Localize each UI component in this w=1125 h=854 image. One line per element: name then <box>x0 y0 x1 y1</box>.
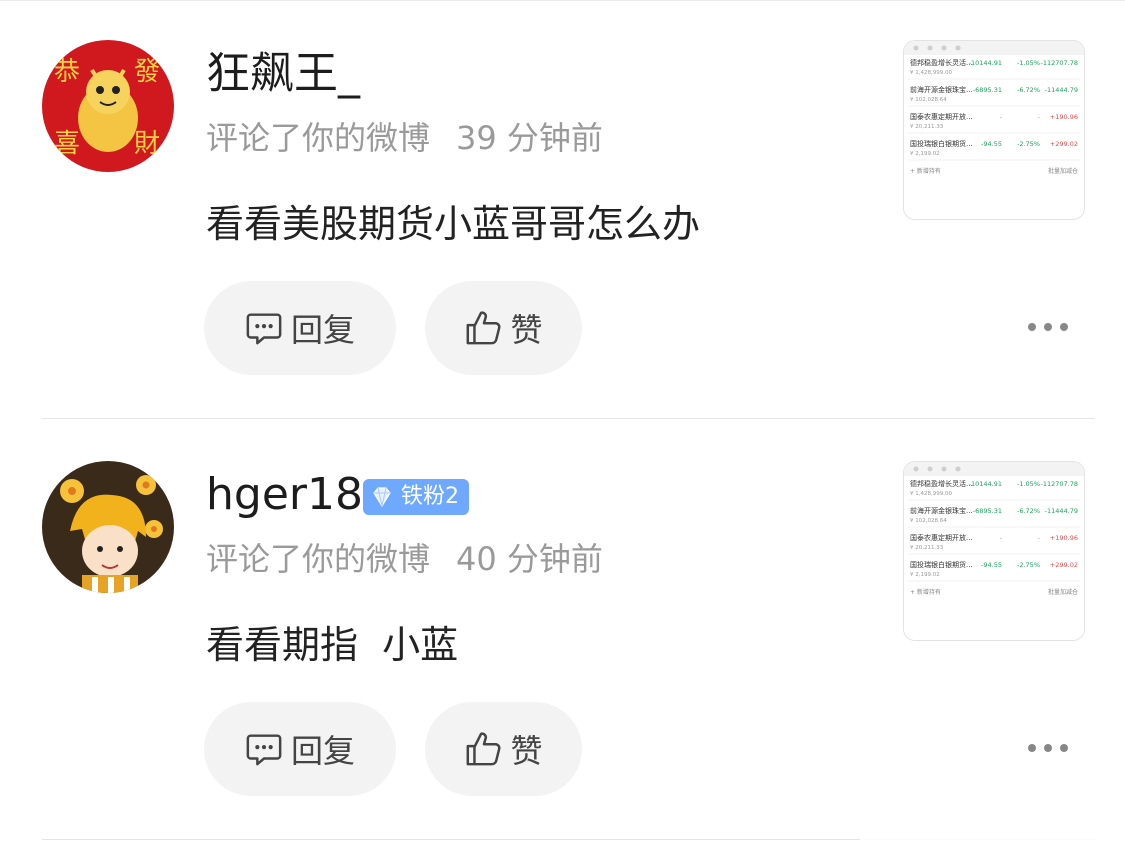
thumb-row-v3: -112707.78 <box>1041 480 1079 488</box>
thumb-row-v1: -6895.31 <box>973 86 1002 94</box>
thumb-row-sub: ¥ 102,028.64 <box>910 97 947 103</box>
thumb-footer-right: 批量加减仓 <box>1048 167 1078 175</box>
thumb-row-v2: -6.72% <box>1017 86 1040 94</box>
thumb-row-sub: ¥ 2,199.02 <box>910 572 940 578</box>
thumb-footer-left: + 新增持有 <box>910 588 941 596</box>
thumb-row-v3: +190.96 <box>1050 113 1078 121</box>
thumb-row-v2: -2.75% <box>1017 561 1040 569</box>
thumbnail-image: 德邦稳盈增长灵活... ¥ 1,428,999.00 -10144.91 -1.05%… <box>904 462 1084 640</box>
avatar[interactable]: 恭 發 喜 財 <box>42 40 174 172</box>
comment-divider <box>42 418 1095 419</box>
username[interactable]: hger18 <box>206 473 363 517</box>
comment-icon <box>246 734 282 766</box>
thumb-row-v3: -11444.79 <box>1045 86 1078 94</box>
thumb-row-v1: -94.55 <box>981 140 1002 148</box>
thumb-row-sub: ¥ 20,211.33 <box>910 124 944 130</box>
thumb-row-name: 国投瑞银白银期货... <box>910 139 973 148</box>
like-button[interactable]: 赞 <box>425 281 582 375</box>
thumb-row-name: 前海开源金银珠宝... <box>910 506 973 515</box>
avatar-char: 財 <box>134 129 160 159</box>
thumb-row-name: 德邦稳盈增长灵活... <box>910 479 973 488</box>
thumbnail-image: 德邦稳盈增长灵活... ¥ 1,428,999.00 -10144.91 -1.05%… <box>904 41 1084 219</box>
timestamp: 39 分钟前 <box>456 119 603 157</box>
comment-text: 看看美股期货小蓝哥哥怎么办 <box>206 202 701 246</box>
thumb-row-name: 国泰农惠定期开放... <box>910 112 973 121</box>
action-text: 评论了你的微博 <box>206 119 431 157</box>
thumb-row-name: 国投瑞银白银期货... <box>910 560 973 569</box>
thumb-row-v1: -6895.31 <box>973 507 1002 515</box>
thumb-row-v1: -10144.91 <box>969 480 1002 488</box>
badge-label: 铁粉2 <box>401 484 459 509</box>
thumb-row-sub: ¥ 20,211.33 <box>910 545 944 551</box>
reply-label: 回复 <box>290 732 355 770</box>
reply-button[interactable]: 回复 <box>204 702 396 796</box>
thumb-row-v2: -1.05% <box>1017 59 1040 67</box>
thumb-row-v1: -10144.91 <box>969 59 1002 67</box>
diamond-icon <box>373 487 391 508</box>
thumb-row-v3: +299.02 <box>1050 140 1078 148</box>
reply-button[interactable]: 回复 <box>204 281 396 375</box>
comment-meta: 评论了你的微博 39 分钟前 <box>206 122 603 154</box>
thumb-row-sub: ¥ 102,028.64 <box>910 518 947 524</box>
watermark <box>860 808 1115 844</box>
thumb-row-sub: ¥ 1,428,999.00 <box>910 491 952 497</box>
comment-item: hger18 铁粉2 评论了你的微博 40 分钟前 看看期指 小蓝 回复 赞 德邦… <box>0 421 1125 841</box>
thumb-footer-left: + 新增持有 <box>910 167 941 175</box>
like-label: 赞 <box>510 732 543 770</box>
thumb-row-sub: ¥ 2,199.02 <box>910 151 940 157</box>
comment-icon <box>246 313 282 345</box>
thumb-footer-right: 批量加减仓 <box>1048 588 1078 596</box>
timestamp: 40 分钟前 <box>456 540 603 578</box>
thumbs-up-icon <box>467 311 501 345</box>
fan-badge: 铁粉2 <box>363 479 469 515</box>
avatar-char: 恭 <box>54 57 80 87</box>
avatar-char: 喜 <box>54 129 80 159</box>
thumb-row-v2: -6.72% <box>1017 507 1040 515</box>
comment-item: 恭 發 喜 財 狂飙王_ 评论了你的微博 39 分钟前 看看美股期货小蓝哥哥怎么办… <box>0 0 1125 420</box>
like-label: 赞 <box>510 311 543 349</box>
reply-label: 回复 <box>290 311 355 349</box>
thumb-row-name: 德邦稳盈增长灵活... <box>910 58 973 67</box>
thumb-row-v3: -11444.79 <box>1045 507 1078 515</box>
thumb-row-v2: -1.05% <box>1017 480 1040 488</box>
more-options-icon[interactable] <box>1028 744 1068 754</box>
thumb-row-name: 国泰农惠定期开放... <box>910 533 973 542</box>
thumb-row-v1: -94.55 <box>981 561 1002 569</box>
post-thumbnail[interactable]: 德邦稳盈增长灵活... ¥ 1,428,999.00 -10144.91 -1.05%… <box>903 40 1085 220</box>
comment-meta: 评论了你的微博 40 分钟前 <box>206 543 603 575</box>
thumb-row-sub: ¥ 1,428,999.00 <box>910 70 952 76</box>
avatar-char: 發 <box>134 57 160 87</box>
avatar[interactable] <box>42 461 174 593</box>
post-thumbnail[interactable]: 德邦稳盈增长灵活... ¥ 1,428,999.00 -10144.91 -1.05%… <box>903 461 1085 641</box>
thumb-row-v3: -112707.78 <box>1041 59 1079 67</box>
thumbs-up-icon <box>467 732 501 766</box>
thumb-row-v3: +299.02 <box>1050 561 1078 569</box>
username[interactable]: 狂飙王_ <box>206 52 360 96</box>
more-options-icon[interactable] <box>1028 323 1068 333</box>
dragon-avatar-image: 恭 發 喜 財 <box>42 40 174 172</box>
action-text: 评论了你的微博 <box>206 540 431 578</box>
anime-avatar-image <box>42 461 174 593</box>
thumb-row-v3: +190.96 <box>1050 534 1078 542</box>
comment-text: 看看期指 小蓝 <box>206 623 459 667</box>
thumb-row-v2: -2.75% <box>1017 140 1040 148</box>
thumb-row-name: 前海开源金银珠宝... <box>910 85 973 94</box>
like-button[interactable]: 赞 <box>425 702 582 796</box>
